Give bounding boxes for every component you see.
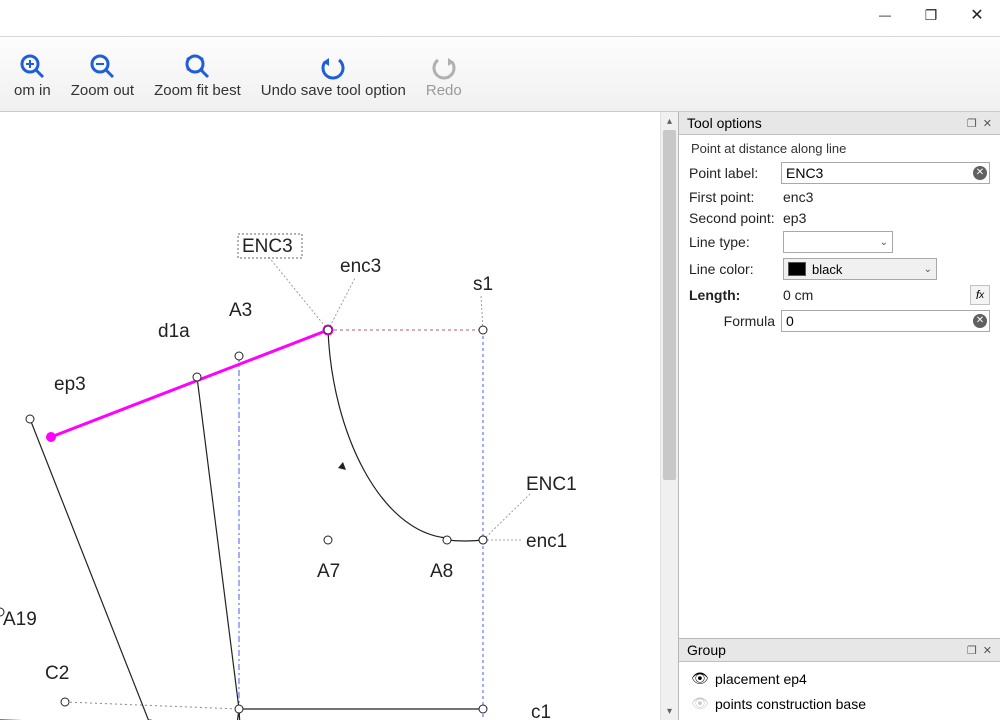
tool-options-title: Tool options [687, 115, 762, 131]
svg-text:ep3: ep3 [54, 374, 86, 395]
panel-close-icon[interactable]: ✕ [983, 117, 992, 130]
group-item-label: placement ep4 [715, 671, 807, 687]
scroll-thumb[interactable] [663, 130, 676, 480]
redo-button[interactable]: Redo [416, 37, 472, 111]
line-type-combo[interactable]: ⌄ [783, 231, 893, 253]
zoom-in-icon [18, 50, 46, 82]
second-point-label: Second point: [689, 210, 783, 226]
second-point-value: ep3 [783, 210, 806, 226]
svg-text:s1: s1 [473, 274, 493, 295]
window-maximize-button[interactable]: ❐ [908, 0, 954, 30]
undo-icon [319, 50, 347, 82]
drawing-canvas[interactable]: s1enc3ENC3A3d1aep3enc1ENC1A8A7A19C2C1'c1… [0, 112, 660, 720]
svg-text:enc1: enc1 [526, 531, 567, 552]
eye-icon[interactable]: 👁 [691, 670, 707, 687]
group-panel-header: Group ❐ ✕ [679, 639, 1000, 662]
svg-text:ENC3: ENC3 [242, 236, 293, 257]
group-item[interactable]: 👁 points construction base [685, 691, 994, 716]
zoom-fit-icon [183, 50, 211, 82]
zoom-out-icon [88, 50, 116, 82]
panel-detach-icon[interactable]: ❐ [967, 644, 977, 657]
formula-label: Formula [689, 313, 781, 329]
undo-button[interactable]: Undo save tool option [251, 37, 416, 111]
scroll-up-arrow[interactable]: ▴ [661, 112, 678, 130]
formula-input[interactable] [781, 310, 990, 332]
point-label-label: Point label: [689, 165, 781, 181]
group-item-label: points construction base [715, 696, 866, 712]
group-item[interactable]: 👁 placement ep4 [685, 666, 994, 691]
eye-outline-icon[interactable]: 👁 [691, 695, 707, 712]
scroll-down-arrow[interactable]: ▾ [661, 702, 678, 720]
zoom-fit-label: Zoom fit best [154, 82, 241, 99]
zoom-out-label: Zoom out [71, 82, 134, 99]
redo-label: Redo [426, 82, 462, 99]
tool-options-body: Point at distance along line Point label… [679, 135, 1000, 638]
line-color-label: Line color: [689, 261, 783, 277]
length-label: Length: [689, 287, 783, 303]
chevron-down-icon: ⌄ [924, 264, 932, 275]
line-type-label: Line type: [689, 234, 783, 250]
svg-text:A19: A19 [3, 609, 37, 630]
svg-text:A8: A8 [430, 561, 453, 582]
line-color-combo[interactable]: black ⌄ [783, 258, 937, 280]
svg-text:enc3: enc3 [340, 256, 381, 277]
formula-fx-button[interactable]: fx [970, 285, 990, 305]
zoom-out-button[interactable]: Zoom out [61, 37, 144, 111]
group-list: 👁 placement ep4 👁 points construction base [679, 662, 1000, 720]
group-panel-title: Group [687, 642, 726, 658]
svg-text:ENC1: ENC1 [526, 474, 577, 495]
svg-text:A7: A7 [317, 561, 340, 582]
svg-text:d1a: d1a [158, 321, 190, 342]
svg-text:C2: C2 [45, 663, 69, 684]
point-label-input[interactable] [781, 162, 990, 184]
chevron-down-icon: ⌄ [880, 237, 888, 248]
zoom-in-label: om in [14, 82, 51, 99]
svg-text:A3: A3 [229, 300, 252, 321]
svg-text:c1: c1 [531, 702, 551, 720]
tool-options-header: Tool options ❐ ✕ [679, 112, 1000, 135]
panel-detach-icon[interactable]: ❐ [967, 117, 977, 130]
zoom-in-button[interactable]: om in [4, 37, 61, 111]
main-toolbar: om in Zoom out Zoom fit best Undo save t… [0, 36, 1000, 112]
undo-label: Undo save tool option [261, 82, 406, 99]
tool-options-subtitle: Point at distance along line [689, 141, 990, 156]
first-point-value: enc3 [783, 189, 813, 205]
redo-icon [430, 50, 458, 82]
window-titlebar: — ❐ ✕ [0, 0, 1000, 36]
vertical-scrollbar[interactable]: ▴ ▾ [660, 112, 678, 720]
line-color-value: black [812, 262, 842, 277]
first-point-label: First point: [689, 189, 783, 205]
length-value: 0 cm [783, 287, 813, 303]
window-close-button[interactable]: ✕ [954, 0, 1000, 30]
clear-icon[interactable]: ✕ [973, 314, 987, 328]
color-swatch [788, 262, 806, 276]
zoom-fit-button[interactable]: Zoom fit best [144, 37, 251, 111]
clear-icon[interactable]: ✕ [973, 166, 987, 180]
window-minimize-button[interactable]: — [862, 0, 908, 30]
panel-close-icon[interactable]: ✕ [983, 644, 992, 657]
